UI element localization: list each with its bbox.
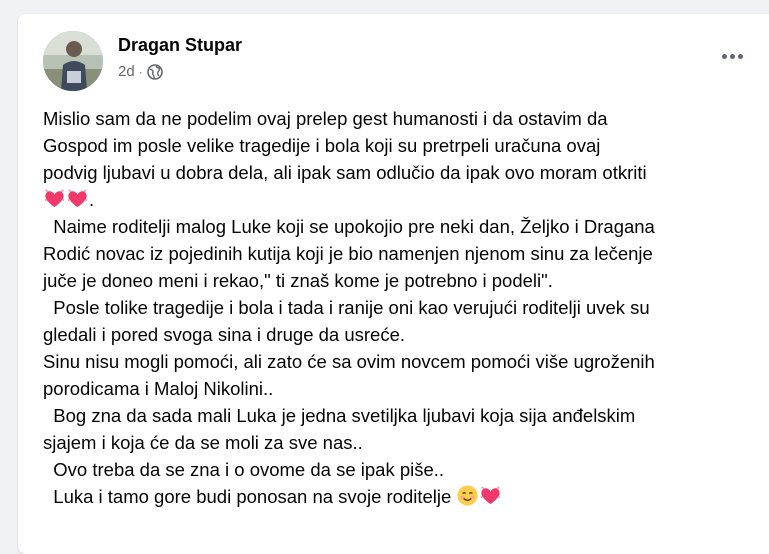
post-line: porodicama i Maloj Nikolini.. (43, 378, 274, 399)
avatar[interactable] (43, 31, 103, 91)
post-meta: 2d · (118, 63, 163, 80)
more-horizontal-icon (721, 53, 727, 59)
post-line: . (43, 186, 755, 213)
growing-heart-emoji-icon (43, 187, 66, 210)
more-options-button[interactable] (714, 42, 750, 70)
post-line: Posle tolike tragedije i bola i tada i r… (43, 297, 650, 318)
more-horizontal-icon (737, 53, 743, 59)
author-name[interactable]: Dragan Stupar (118, 35, 242, 56)
post-line: Naime roditelji malog Luke koji se upoko… (43, 216, 655, 237)
post-line: Sinu nisu mogli pomoći, ali zato će sa o… (43, 351, 655, 372)
post-line-text: Luka i tamo gore budi ponosan na svoje r… (43, 486, 457, 507)
post-line-text: . (89, 189, 95, 210)
post-line: Ovo treba da se zna i o ovome da se ipak… (43, 459, 445, 480)
post-line: Mislio sam da ne podelim ovaj prelep ges… (43, 108, 608, 129)
post-timestamp[interactable]: 2d (118, 63, 135, 80)
globe-icon[interactable] (146, 64, 163, 80)
post-line: sjajem i koja će da se moli za sve nas.. (43, 432, 363, 453)
growing-heart-emoji-icon (479, 484, 502, 507)
post-line: juče je doneo meni i rekao," ti znaš kom… (43, 270, 553, 291)
post-card: Dragan Stupar 2d · Mislio sam da ne pode… (18, 14, 769, 554)
post-header: Dragan Stupar 2d · (18, 14, 769, 94)
post-text: Mislio sam da ne podelim ovaj prelep ges… (43, 105, 755, 510)
post-line: podvig ljubavi u dobra dela, ali ipak sa… (43, 162, 647, 183)
meta-separator: · (138, 64, 143, 79)
smiling-face-emoji-icon (456, 484, 479, 507)
post-line: Bog zna da sada mali Luka je jedna sveti… (43, 405, 636, 426)
post-line: gledali i pored svoga sina i druge da us… (43, 324, 406, 345)
post-line: Luka i tamo gore budi ponosan na svoje r… (43, 483, 755, 510)
more-horizontal-icon (729, 53, 735, 59)
growing-heart-emoji-icon (66, 187, 89, 210)
post-line: Rodić novac iz pojedinih kutija koji je … (43, 243, 653, 264)
post-line: Gospod im posle velike tragedije i bola … (43, 135, 601, 156)
